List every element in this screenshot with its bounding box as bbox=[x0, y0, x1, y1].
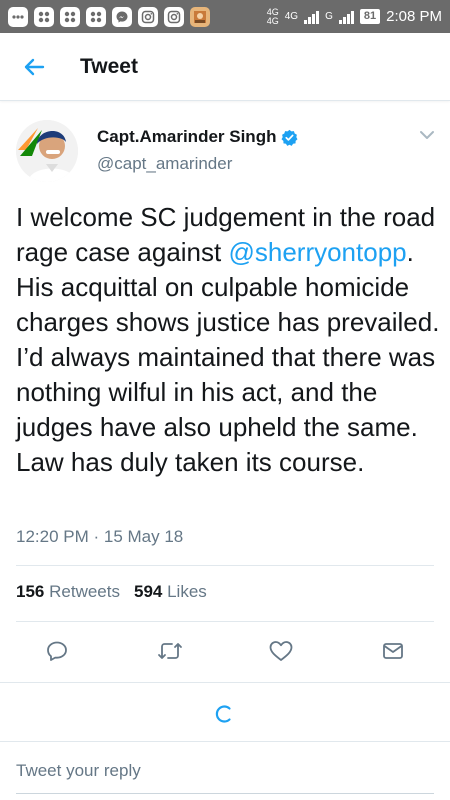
reply-button[interactable] bbox=[42, 636, 72, 666]
tweet-text-part: . His acquittal on culpable homicide cha… bbox=[16, 237, 440, 477]
notification-icons bbox=[8, 6, 210, 27]
reply-icon bbox=[47, 641, 67, 661]
app-grid-icon bbox=[60, 6, 80, 27]
author-name[interactable]: Capt.Amarinder Singh bbox=[97, 127, 276, 147]
back-button[interactable] bbox=[20, 53, 48, 81]
battery-indicator: 81 bbox=[359, 9, 381, 24]
likes-label: Likes bbox=[167, 582, 207, 601]
retweet-icon bbox=[158, 643, 182, 659]
author-handle[interactable]: @capt_amarinder bbox=[97, 154, 232, 174]
chevron-down-icon[interactable] bbox=[418, 126, 436, 144]
clock: 2:08 PM bbox=[386, 8, 442, 25]
verified-badge-icon bbox=[281, 129, 298, 146]
more-notifications-icon bbox=[8, 6, 28, 27]
divider bbox=[16, 565, 434, 566]
page-title: Tweet bbox=[80, 54, 138, 78]
signal-strength-icon bbox=[304, 10, 320, 24]
retweets-label: Retweets bbox=[49, 582, 120, 601]
retweets-count: 156 bbox=[16, 582, 45, 601]
avatar[interactable] bbox=[16, 120, 78, 182]
tweet-timestamp: 12:20 PM · 15 May 18 bbox=[16, 527, 184, 546]
reply-input-underline bbox=[16, 793, 434, 794]
retweets-stat[interactable]: 156 Retweets bbox=[16, 582, 120, 602]
instagram-icon bbox=[138, 6, 158, 27]
heart-icon bbox=[269, 641, 293, 661]
tweet-text: I welcome SC judgement in the road rage … bbox=[16, 200, 441, 480]
divider bbox=[0, 682, 450, 683]
engagement-stats: 156 Retweets 594 Likes bbox=[16, 582, 207, 602]
system-indicators: 4G 4G 4G G 81 2:08 PM bbox=[266, 7, 442, 26]
instagram-icon bbox=[164, 6, 184, 27]
signal-strength-icon bbox=[338, 10, 354, 24]
arrow-left-icon bbox=[24, 58, 45, 75]
share-icon bbox=[383, 643, 403, 659]
like-button[interactable] bbox=[266, 636, 296, 666]
mention-link[interactable]: @sherryontopp bbox=[228, 237, 406, 267]
share-button[interactable] bbox=[378, 636, 408, 666]
network-label: 4G bbox=[284, 11, 299, 22]
messenger-icon bbox=[112, 6, 132, 27]
network-label: G bbox=[325, 11, 333, 22]
divider bbox=[0, 741, 450, 742]
divider bbox=[16, 621, 434, 622]
network-type-indicator: 4G 4G bbox=[266, 7, 279, 26]
app-grid-icon bbox=[86, 6, 106, 27]
app-grid-icon bbox=[34, 6, 54, 27]
network-type-label: 4G bbox=[266, 15, 279, 26]
photo-notification-icon bbox=[190, 6, 210, 27]
loading-spinner-icon bbox=[215, 705, 231, 723]
tweet-actions bbox=[0, 636, 450, 670]
retweet-button[interactable] bbox=[155, 636, 185, 666]
tweet-author: Capt.Amarinder Singh @capt_amarinder bbox=[16, 116, 436, 186]
author-name-row: Capt.Amarinder Singh bbox=[97, 127, 298, 147]
likes-stat[interactable]: 594 Likes bbox=[134, 582, 207, 602]
reply-input[interactable]: Tweet your reply bbox=[16, 761, 141, 781]
status-bar: 4G 4G 4G G 81 2:08 PM bbox=[0, 0, 450, 33]
tweet-header: Tweet bbox=[0, 33, 450, 101]
likes-count: 594 bbox=[133, 582, 163, 601]
